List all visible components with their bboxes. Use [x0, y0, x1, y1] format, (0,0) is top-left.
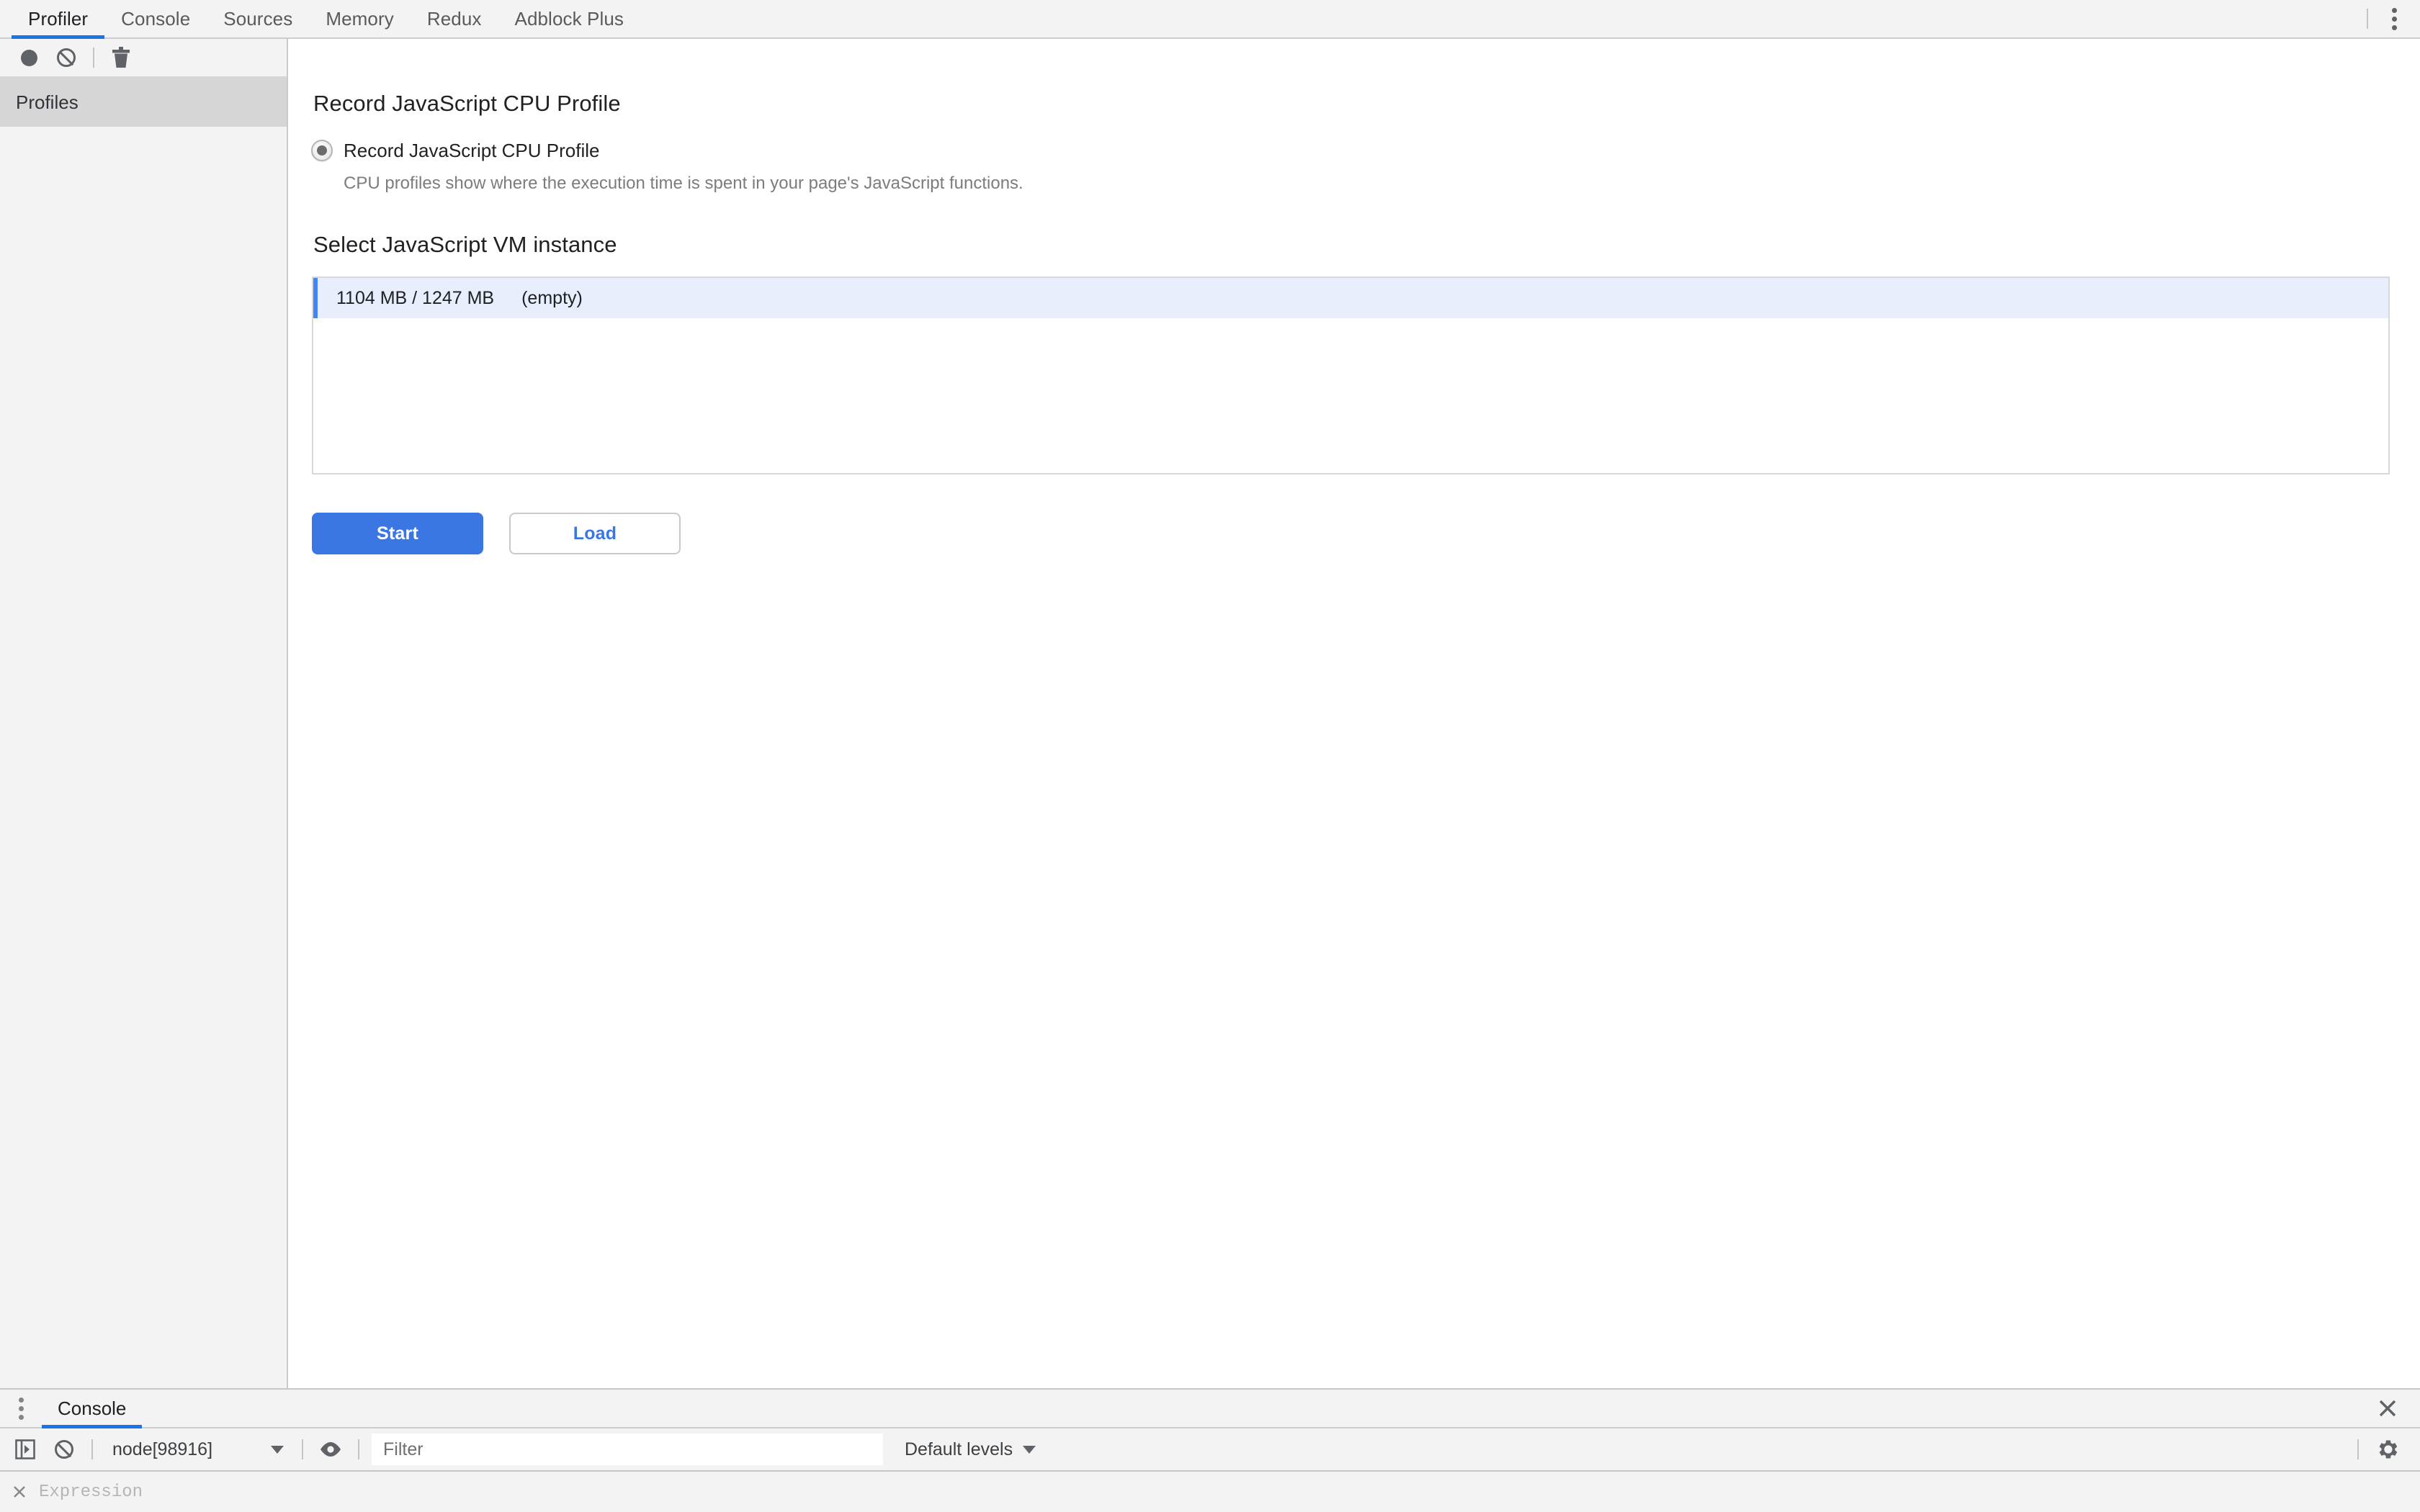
console-toolbar: node[98916] Filter Default levels	[0, 1428, 2420, 1472]
close-small-icon[interactable]	[10, 1484, 29, 1500]
javascript-context-selector[interactable]: node[98916]	[101, 1439, 294, 1460]
console-sidebar-toggle-button[interactable]	[6, 1430, 45, 1469]
kebab-menu-icon[interactable]	[2378, 3, 2410, 35]
console-prompt-placeholder: Expression	[39, 1482, 143, 1502]
vm-section-title: Select JavaScript VM instance	[313, 232, 617, 257]
tab-label: Profiler	[28, 7, 89, 30]
main-tab-bar: Profiler Console Sources Memory Redux Ad…	[0, 0, 2420, 39]
drawer-tab-console[interactable]: Console	[42, 1390, 143, 1428]
panel-body: Profiles Record JavaScript CPU Profile R…	[0, 39, 2420, 1388]
console-settings-button[interactable]	[2367, 1430, 2410, 1469]
close-icon	[2379, 1400, 2396, 1417]
toolbar-divider	[91, 1439, 93, 1459]
chevron-down-icon	[271, 1445, 284, 1454]
eye-icon	[321, 1442, 341, 1457]
console-filter-input[interactable]: Filter	[372, 1434, 883, 1465]
console-drawer: Console node[98916] Filter Default level…	[0, 1388, 2420, 1512]
vm-memory-usage: 1104 MB / 1247 MB	[336, 287, 495, 308]
delete-profile-button[interactable]	[102, 39, 140, 76]
live-expression-button[interactable]	[311, 1430, 350, 1469]
profiler-sidebar: Profiles	[0, 39, 288, 1388]
tab-bar-spacer	[640, 0, 2357, 37]
profiler-main-panel: Record JavaScript CPU Profile Record Jav…	[288, 39, 2420, 1388]
record-profile-radio[interactable]	[311, 140, 333, 161]
record-profile-option-row[interactable]: Record JavaScript CPU Profile	[311, 138, 2420, 163]
tab-memory[interactable]: Memory	[309, 0, 411, 37]
toolbar-divider	[302, 1439, 303, 1459]
vm-instance-list[interactable]: 1104 MB / 1247 MB (empty)	[312, 276, 2390, 474]
gear-icon	[2379, 1440, 2398, 1459]
tab-profiler[interactable]: Profiler	[12, 0, 105, 39]
console-prompt-row[interactable]: Expression	[0, 1472, 2420, 1512]
chevron-down-icon	[1023, 1445, 1036, 1454]
drawer-tab-bar-spacer	[142, 1390, 2365, 1427]
tab-bar-right-controls	[2357, 0, 2420, 37]
drawer-tab-bar: Console	[0, 1390, 2420, 1428]
context-selected-label: node[98916]	[112, 1439, 213, 1459]
drawer-tab-label: Console	[58, 1397, 127, 1419]
tab-adblock-plus[interactable]: Adblock Plus	[498, 0, 641, 37]
close-drawer-button[interactable]	[2365, 1390, 2410, 1427]
sidebar-item-profiles[interactable]: Profiles	[0, 78, 287, 127]
clear-console-button[interactable]	[45, 1430, 84, 1469]
tab-label: Sources	[223, 7, 293, 30]
sidebar-item-label: Profiles	[16, 91, 79, 113]
record-circle-icon	[20, 49, 37, 66]
start-button[interactable]: Start	[312, 513, 483, 554]
devtools-window: Profiler Console Sources Memory Redux Ad…	[0, 0, 2420, 1512]
toolbar-divider	[2367, 9, 2368, 29]
toolbar-divider	[358, 1439, 359, 1459]
tab-label: Redux	[426, 7, 482, 30]
vm-instance-state: (empty)	[521, 287, 583, 308]
record-profile-radio-label: Record JavaScript CPU Profile	[344, 140, 600, 161]
vm-instance-row[interactable]: 1104 MB / 1247 MB (empty)	[313, 278, 2388, 318]
log-levels-label: Default levels	[905, 1439, 1013, 1459]
log-levels-selector[interactable]: Default levels	[905, 1439, 1036, 1460]
record-profile-description: CPU profiles show where the execution ti…	[344, 174, 1023, 193]
record-button[interactable]	[10, 39, 48, 76]
clear-console-icon	[55, 1440, 73, 1459]
tab-label: Adblock Plus	[514, 7, 624, 30]
console-filter-placeholder: Filter	[383, 1439, 424, 1459]
profiles-tree: Profiles	[0, 78, 287, 1388]
toolbar-divider	[93, 48, 94, 68]
profiler-sidebar-toolbar	[0, 39, 287, 78]
action-button-row: Start Load	[312, 513, 2420, 554]
clear-no-entry-icon	[57, 48, 76, 67]
show-console-sidebar-icon	[15, 1439, 35, 1459]
tab-redux[interactable]: Redux	[411, 0, 498, 37]
toolbar-divider	[2357, 1439, 2359, 1459]
drawer-kebab-menu-icon[interactable]	[0, 1390, 42, 1427]
trash-icon	[112, 47, 130, 68]
clear-all-profiles-button[interactable]	[48, 39, 85, 76]
page-title: Record JavaScript CPU Profile	[313, 91, 621, 116]
tab-label: Memory	[326, 7, 394, 30]
tab-sources[interactable]: Sources	[207, 0, 309, 37]
tab-label: Console	[121, 7, 191, 30]
tab-console[interactable]: Console	[104, 0, 207, 37]
load-button[interactable]: Load	[509, 513, 681, 554]
